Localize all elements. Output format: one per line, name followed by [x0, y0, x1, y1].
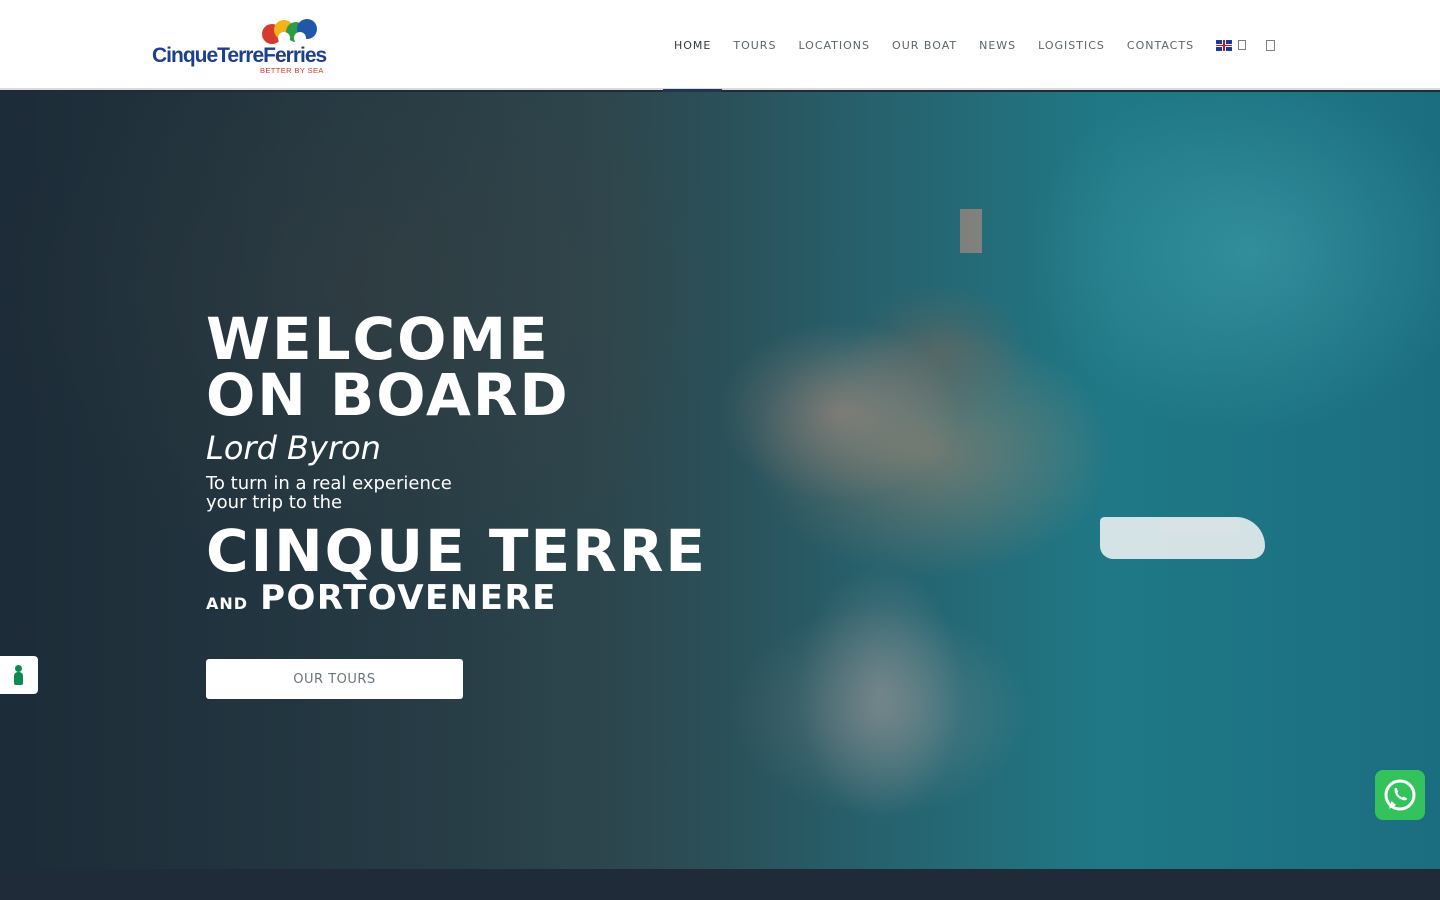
hero-destination: CINQUE TERRE	[206, 517, 708, 585]
nav-item-news[interactable]: NEWS	[968, 0, 1027, 90]
hero-title-line2: ON BOARD	[206, 361, 570, 429]
next-section-strip	[0, 869, 1440, 900]
hero-text: WELCOME ON BOARD Lord Byron To turn in a…	[206, 305, 708, 618]
language-switcher[interactable]	[1205, 0, 1257, 90]
accessibility-button[interactable]	[0, 656, 38, 694]
logo-wordmark: CinqueTerreFerries	[152, 44, 327, 67]
nav-item-logistics[interactable]: LOGISTICS	[1027, 0, 1116, 90]
hero-boat-name: Lord Byron	[206, 429, 381, 467]
nav-item-locations[interactable]: LOCATIONS	[787, 0, 881, 90]
accessibility-icon	[12, 665, 25, 685]
main-nav: HOME TOURS LOCATIONS OUR BOAT NEWS LOGIS…	[663, 0, 1257, 92]
dropdown-placeholder-icon	[1238, 40, 1247, 50]
hero-destination2: PORTOVENERE	[260, 578, 557, 618]
nav-item-tours[interactable]: TOURS	[722, 0, 787, 90]
whatsapp-button[interactable]	[1375, 770, 1425, 820]
logo-tagline: BETTER BY SEA	[260, 66, 324, 75]
nav-item-contacts[interactable]: CONTACTS	[1116, 0, 1205, 90]
site-header: CinqueTerreFerries BETTER BY SEA HOME TO…	[0, 0, 1440, 92]
hero-title-line1: WELCOME	[206, 305, 550, 373]
site-logo[interactable]: CinqueTerreFerries BETTER BY SEA	[152, 18, 327, 76]
whatsapp-icon	[1384, 779, 1416, 811]
nav-item-our-boat[interactable]: OUR BOAT	[881, 0, 968, 90]
hero-subtitle-line1: To turn in a real experience	[206, 473, 452, 494]
hero-subtitle-line2: your trip to the	[206, 492, 343, 513]
our-tours-button[interactable]: OUR TOURS	[206, 659, 463, 699]
uk-flag-icon	[1216, 39, 1233, 51]
hero-banner: WELCOME ON BOARD Lord Byron To turn in a…	[0, 92, 1440, 869]
nav-item-home[interactable]: HOME	[663, 0, 723, 92]
hero-conjunction: AND	[206, 594, 249, 613]
search-icon[interactable]	[1266, 40, 1275, 51]
